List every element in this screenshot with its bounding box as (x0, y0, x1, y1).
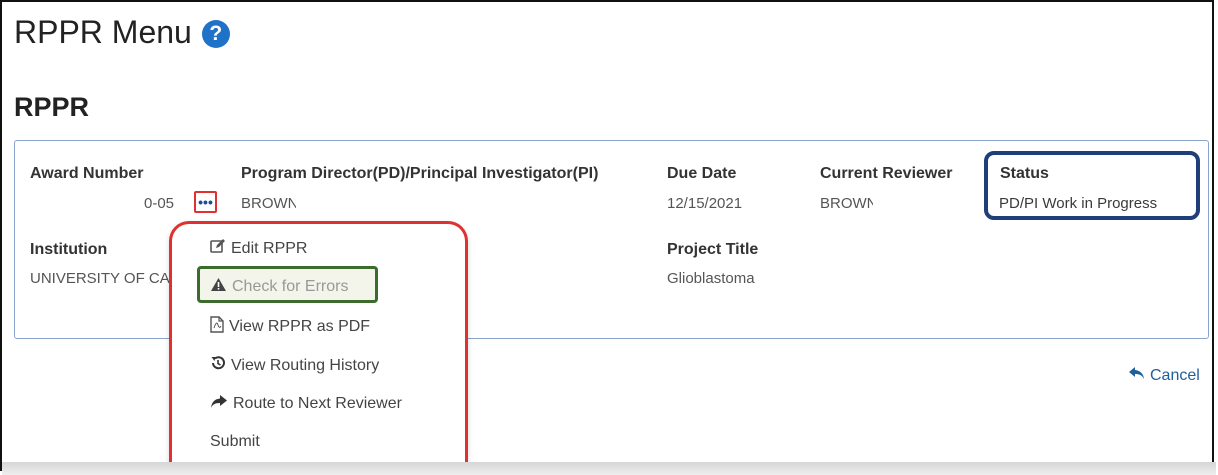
actions-menu-button[interactable]: ••• (194, 191, 217, 213)
menu-item-edit-rppr[interactable]: Edit RPPR (210, 238, 307, 259)
project-title-value: Glioblastoma (667, 270, 755, 287)
menu-item-label: Route to Next Reviewer (233, 395, 402, 412)
redaction-mask (296, 192, 326, 214)
pdf-icon (210, 316, 224, 338)
help-icon[interactable]: ? (201, 19, 230, 48)
bottom-scroll-area (2, 462, 1216, 475)
pd-pi-label: Program Director(PD)/Principal Investiga… (241, 165, 599, 182)
menu-item-route-to-next-reviewer[interactable]: Route to Next Reviewer (210, 394, 402, 414)
project-title-label: Project Title (667, 241, 759, 258)
page-title: RPPR Menu ? (14, 14, 230, 51)
menu-item-label: View Routing History (231, 356, 380, 374)
history-icon (210, 355, 226, 376)
menu-item-view-routing-history[interactable]: View Routing History (210, 355, 379, 376)
current-reviewer-label: Current Reviewer (820, 165, 953, 182)
award-number-label: Award Number (30, 165, 144, 182)
current-reviewer-value: BROWN (820, 195, 878, 212)
cancel-link[interactable]: Cancel (1128, 366, 1200, 385)
due-date-label: Due Date (667, 165, 737, 182)
warning-icon (210, 277, 227, 297)
cancel-label: Cancel (1150, 366, 1200, 384)
status-highlight-box (984, 151, 1200, 220)
menu-item-label: View RPPR as PDF (229, 318, 371, 335)
pd-pi-value: BROWN (241, 195, 299, 212)
reply-icon (1128, 366, 1145, 385)
due-date-value: 12/15/2021 (667, 195, 743, 212)
menu-item-label: Edit RPPR (231, 239, 308, 257)
menu-item-view-rppr-pdf[interactable]: View RPPR as PDF (210, 316, 370, 338)
menu-item-label: Check for Errors (232, 278, 349, 295)
menu-item-label: Submit (210, 433, 260, 450)
section-title: RPPR (14, 92, 90, 122)
actions-dropdown-menu: Edit RPPR Check for Errors View RPPR as … (169, 221, 468, 475)
institution-label: Institution (30, 241, 108, 258)
share-arrow-icon (210, 394, 228, 414)
edit-icon (210, 238, 226, 259)
redaction-mask (873, 192, 933, 214)
menu-item-check-for-errors[interactable]: Check for Errors (210, 277, 348, 297)
menu-item-submit[interactable]: Submit (210, 433, 260, 451)
page-title-text: RPPR Menu (14, 14, 192, 50)
institution-value: UNIVERSITY OF CA (30, 270, 170, 287)
award-number-value: 0-05 (144, 195, 175, 212)
